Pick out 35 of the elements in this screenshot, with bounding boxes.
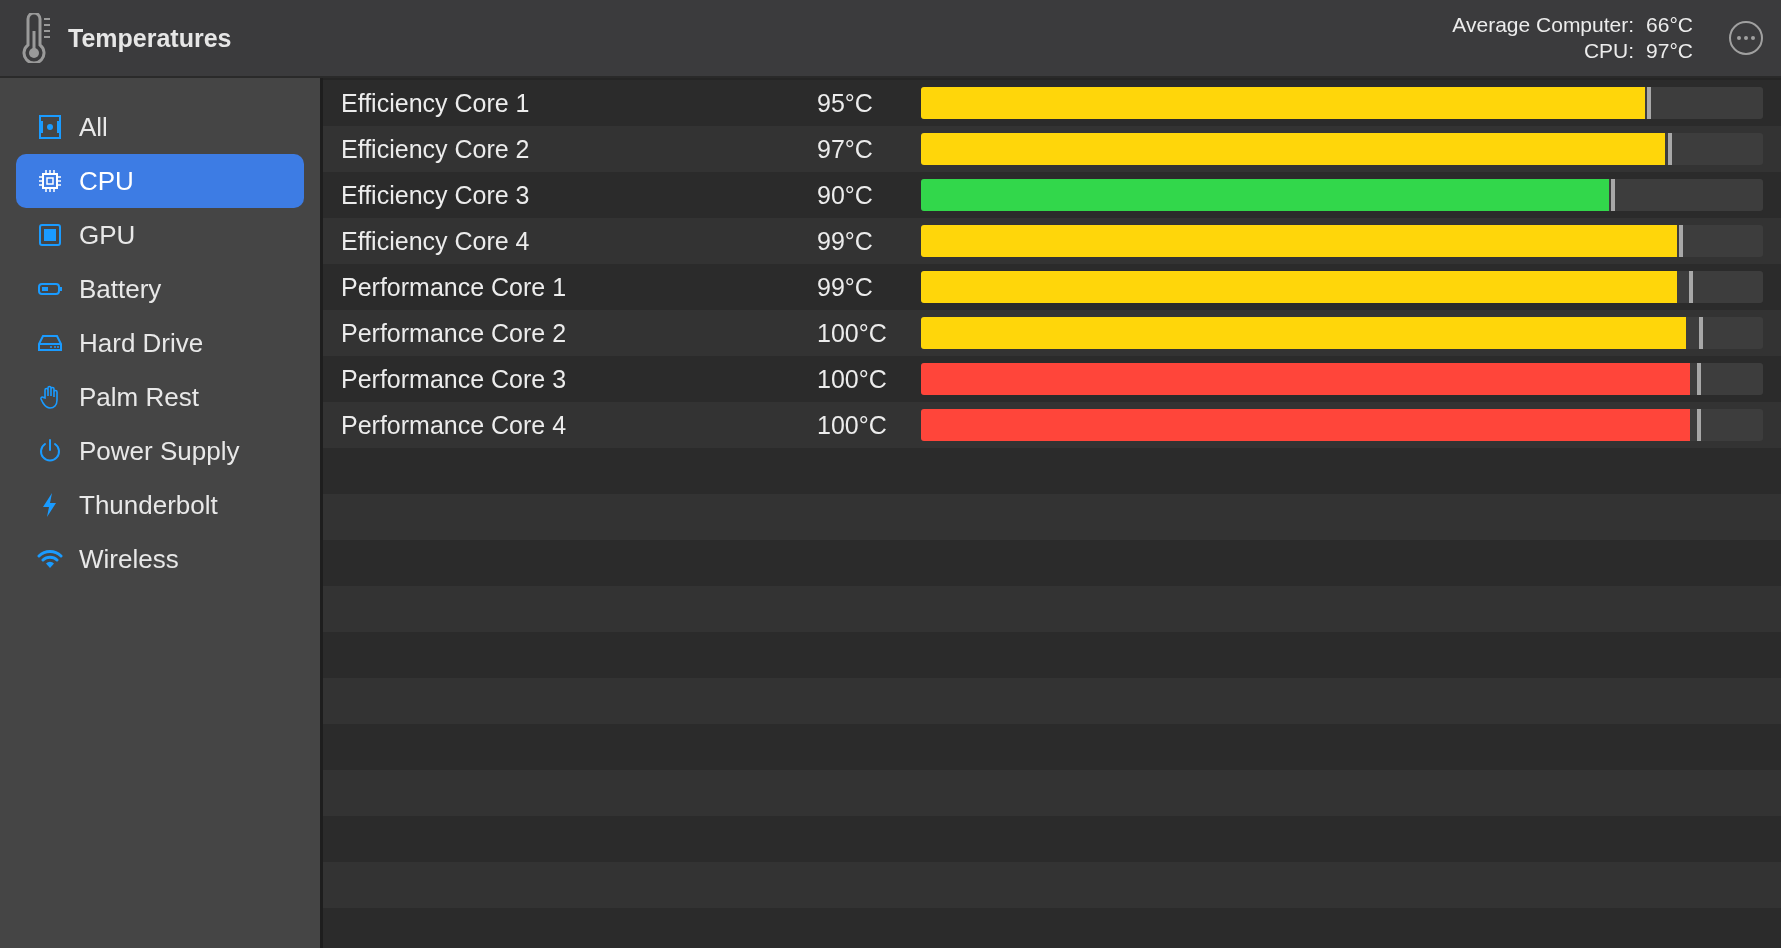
summary-label: Average Computer: — [1452, 13, 1635, 37]
sidebar-item[interactable]: Wireless — [16, 532, 304, 586]
summary-value: 66°C — [1646, 13, 1693, 37]
temperature-reading: 99°C — [817, 272, 874, 302]
sidebar-item[interactable]: Battery — [16, 262, 304, 316]
sidebar-item[interactable]: Hard Drive — [16, 316, 304, 370]
sensor-name: Performance Core 3 — [341, 364, 568, 394]
sidebar-item[interactable]: GPU — [16, 208, 304, 262]
sensor-name: Performance Core 4 — [341, 410, 568, 440]
temperature-reading: 90°C — [817, 180, 874, 210]
temperature-reading: 95°C — [817, 88, 874, 118]
sidebar-item[interactable]: Palm Rest — [16, 370, 304, 424]
power-icon — [37, 438, 63, 464]
sidebar-item[interactable]: Thunderbolt — [16, 478, 304, 532]
sensor-name: Efficiency Core 4 — [341, 226, 531, 256]
summary-label: CPU: — [1582, 39, 1635, 63]
sensor-name: Efficiency Core 1 — [341, 88, 531, 118]
temperature-reading: 100°C — [817, 410, 888, 440]
gpu-icon — [37, 222, 63, 248]
chip-icon — [37, 168, 63, 194]
temperature-reading: 97°C — [817, 134, 874, 164]
summary-value: 97°C — [1646, 39, 1693, 63]
board-icon — [37, 114, 63, 140]
sidebar-item[interactable]: Power Supply — [16, 424, 304, 478]
sensor-name: Performance Core 1 — [341, 272, 568, 302]
sidebar-item[interactable]: All — [16, 100, 304, 154]
sensor-name: Performance Core 2 — [341, 318, 568, 348]
sensor-name: Efficiency Core 2 — [341, 134, 531, 164]
sensor-name: Efficiency Core 3 — [341, 180, 531, 210]
temperature-reading: 100°C — [817, 364, 888, 394]
window-title: Temperatures — [68, 23, 232, 53]
sidebar-item[interactable]: CPU — [16, 154, 304, 208]
temperature-reading: 100°C — [817, 318, 888, 348]
more-button[interactable] — [1729, 21, 1763, 55]
temperature-reading: 99°C — [817, 226, 874, 256]
